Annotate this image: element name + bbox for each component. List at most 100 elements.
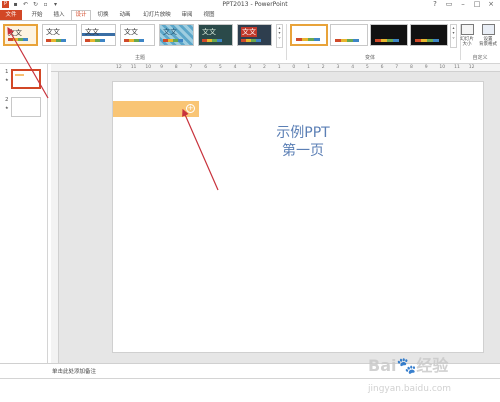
minimize-button[interactable]: – [456,0,470,9]
slide-title-line2: 第一页 [282,143,324,159]
ruler-tick: 6 [380,65,384,70]
variant-color-bar [375,39,399,42]
ribbon-display-icon[interactable]: ▭ [442,0,456,9]
variant-1[interactable] [290,24,328,46]
ruler-tick: 2 [321,65,325,70]
theme-4[interactable]: 文文 [120,24,155,46]
ruler-tick: 8 [174,65,178,70]
ruler-tick: 11 [454,65,460,70]
ruler-tick: 3 [336,65,340,70]
ruler-tick: 12 [116,65,122,70]
format-background-label: 设置 背景格式 [479,37,497,47]
customize-qat-icon[interactable]: ▾ [52,1,59,8]
theme-color-bar [241,39,261,42]
variants-group-label: 变体 [364,55,375,61]
plus-circle-icon: + [186,104,195,113]
group-separator [286,24,287,60]
variant-3[interactable] [370,24,408,46]
theme-6[interactable]: 文文 [198,24,233,46]
powerpoint-logo-icon[interactable]: P [2,1,9,8]
theme-label: 文文 [8,29,22,37]
variant-2[interactable] [330,24,368,46]
ruler-tick: 9 [424,65,428,70]
variant-color-bar [415,39,439,42]
ruler-tick: 12 [468,65,475,70]
notes-placeholder: 单击此处添加备注 [52,369,97,375]
ruler-tick: 10 [145,65,152,70]
slide-title[interactable]: 示例PPT 第一页 [253,124,353,160]
format-background-icon [481,24,495,35]
themes-scroll[interactable]: ▴ ▾ ▿ [276,24,283,48]
undo-icon[interactable]: ↶ [22,1,29,8]
slide-title-line1: 示例PPT [276,125,330,141]
ruler-tick: 5 [365,65,369,70]
window-title: PPT2013 - PowerPoint [222,1,288,8]
variant-4[interactable] [410,24,448,46]
slide-thumbnail-2[interactable] [11,97,41,117]
baidu-watermark: Bai🐾经验 jingyan.baidu.com [368,352,451,395]
ruler-tick: 5 [218,65,222,70]
theme-color-bar [124,39,144,42]
theme-7[interactable]: 文文 [237,24,272,46]
format-background-button[interactable]: 设置 背景格式 [477,24,499,54]
theme-color-bar [46,39,66,42]
theme-color-bar [163,39,183,42]
design-ribbon: 文文 文文 文文 文文 文文 文文 文文 ▴ ▾ ▿ 主题 ▴ ▾ ▿ 变体 幻灯片 大… [0,20,500,64]
thumb-mini-bar [15,74,24,76]
theme-2[interactable]: 文文 [42,24,77,46]
thumb-number: 2 [5,97,9,103]
slide-size-label: 幻灯片 大小 [460,37,474,47]
thumb-star-icon: ★ [5,77,9,82]
slide-size-button[interactable]: 幻灯片 大小 [456,24,478,54]
ruler-tick: 2 [263,65,266,70]
themes-group-label: 主题 [134,55,145,61]
ruler-tick: 1 [277,65,281,70]
ruler-tick: 9 [160,65,163,70]
ruler-tick: 4 [233,65,237,70]
ruler-tick: 11 [130,65,137,70]
theme-label: 文文 [124,28,138,36]
watermark-text2: 经验 [416,356,449,375]
theme-office[interactable]: 文文 [3,24,38,46]
watermark-paw-icon: 🐾 [396,356,417,375]
ruler-tick: 8 [410,65,413,70]
ruler-tick: 0 [292,65,296,70]
orange-banner-shape[interactable]: + [113,101,199,117]
ruler-tick: 7 [395,65,399,70]
redo-icon[interactable]: ↻ [32,1,39,8]
theme-label: 文文 [202,28,216,36]
current-slide[interactable]: + 示例PPT 第一页 [112,81,484,353]
ruler-tick: 6 [204,65,208,70]
horizontal-ruler: 12 11 10 9 8 7 6 5 4 3 2 1 0 1 2 3 4 5 6 7 8 9 10 11 12 [51,64,500,72]
customize-group-label: 自定义 [472,55,488,61]
ruler-tick: 4 [351,65,355,70]
theme-label: 文文 [85,28,99,36]
help-icon[interactable]: ? [428,0,442,9]
theme-color-bar [8,38,28,41]
theme-5[interactable]: 文文 [159,24,194,46]
slide-size-icon [460,24,474,35]
ruler-tick: 3 [248,65,252,70]
theme-3[interactable]: 文文 [81,24,116,46]
thumb-number: 1 [5,69,9,75]
vertical-ruler [51,72,59,363]
theme-color-bar [202,39,222,42]
theme-label: 文文 [46,28,60,36]
theme-color-bar [85,39,105,42]
close-button[interactable]: × [484,0,498,9]
ruler-tick: 7 [189,65,193,70]
maximize-button[interactable]: □ [470,0,484,9]
ruler-tick: 10 [439,65,446,70]
thumb-star-icon: ★ [5,105,9,110]
slide-thumbnails-pane: 1 ★ 2 ★ [0,64,48,364]
variant-color-bar [335,39,359,42]
slide-thumbnail-1[interactable] [11,69,41,89]
ruler-tick: 1 [307,65,310,70]
slideshow-icon[interactable]: ▫ [42,1,49,8]
save-icon[interactable]: ▪ [12,1,19,8]
watermark-sub: jingyan.baidu.com [368,384,452,394]
theme-label: 文文 [241,27,257,37]
theme-label: 文文 [163,28,177,36]
title-bar: P ▪ ↶ ↻ ▫ ▾ PPT2013 - PowerPoint ? ▭ – □… [0,0,500,10]
watermark-text: Bai [368,356,397,375]
